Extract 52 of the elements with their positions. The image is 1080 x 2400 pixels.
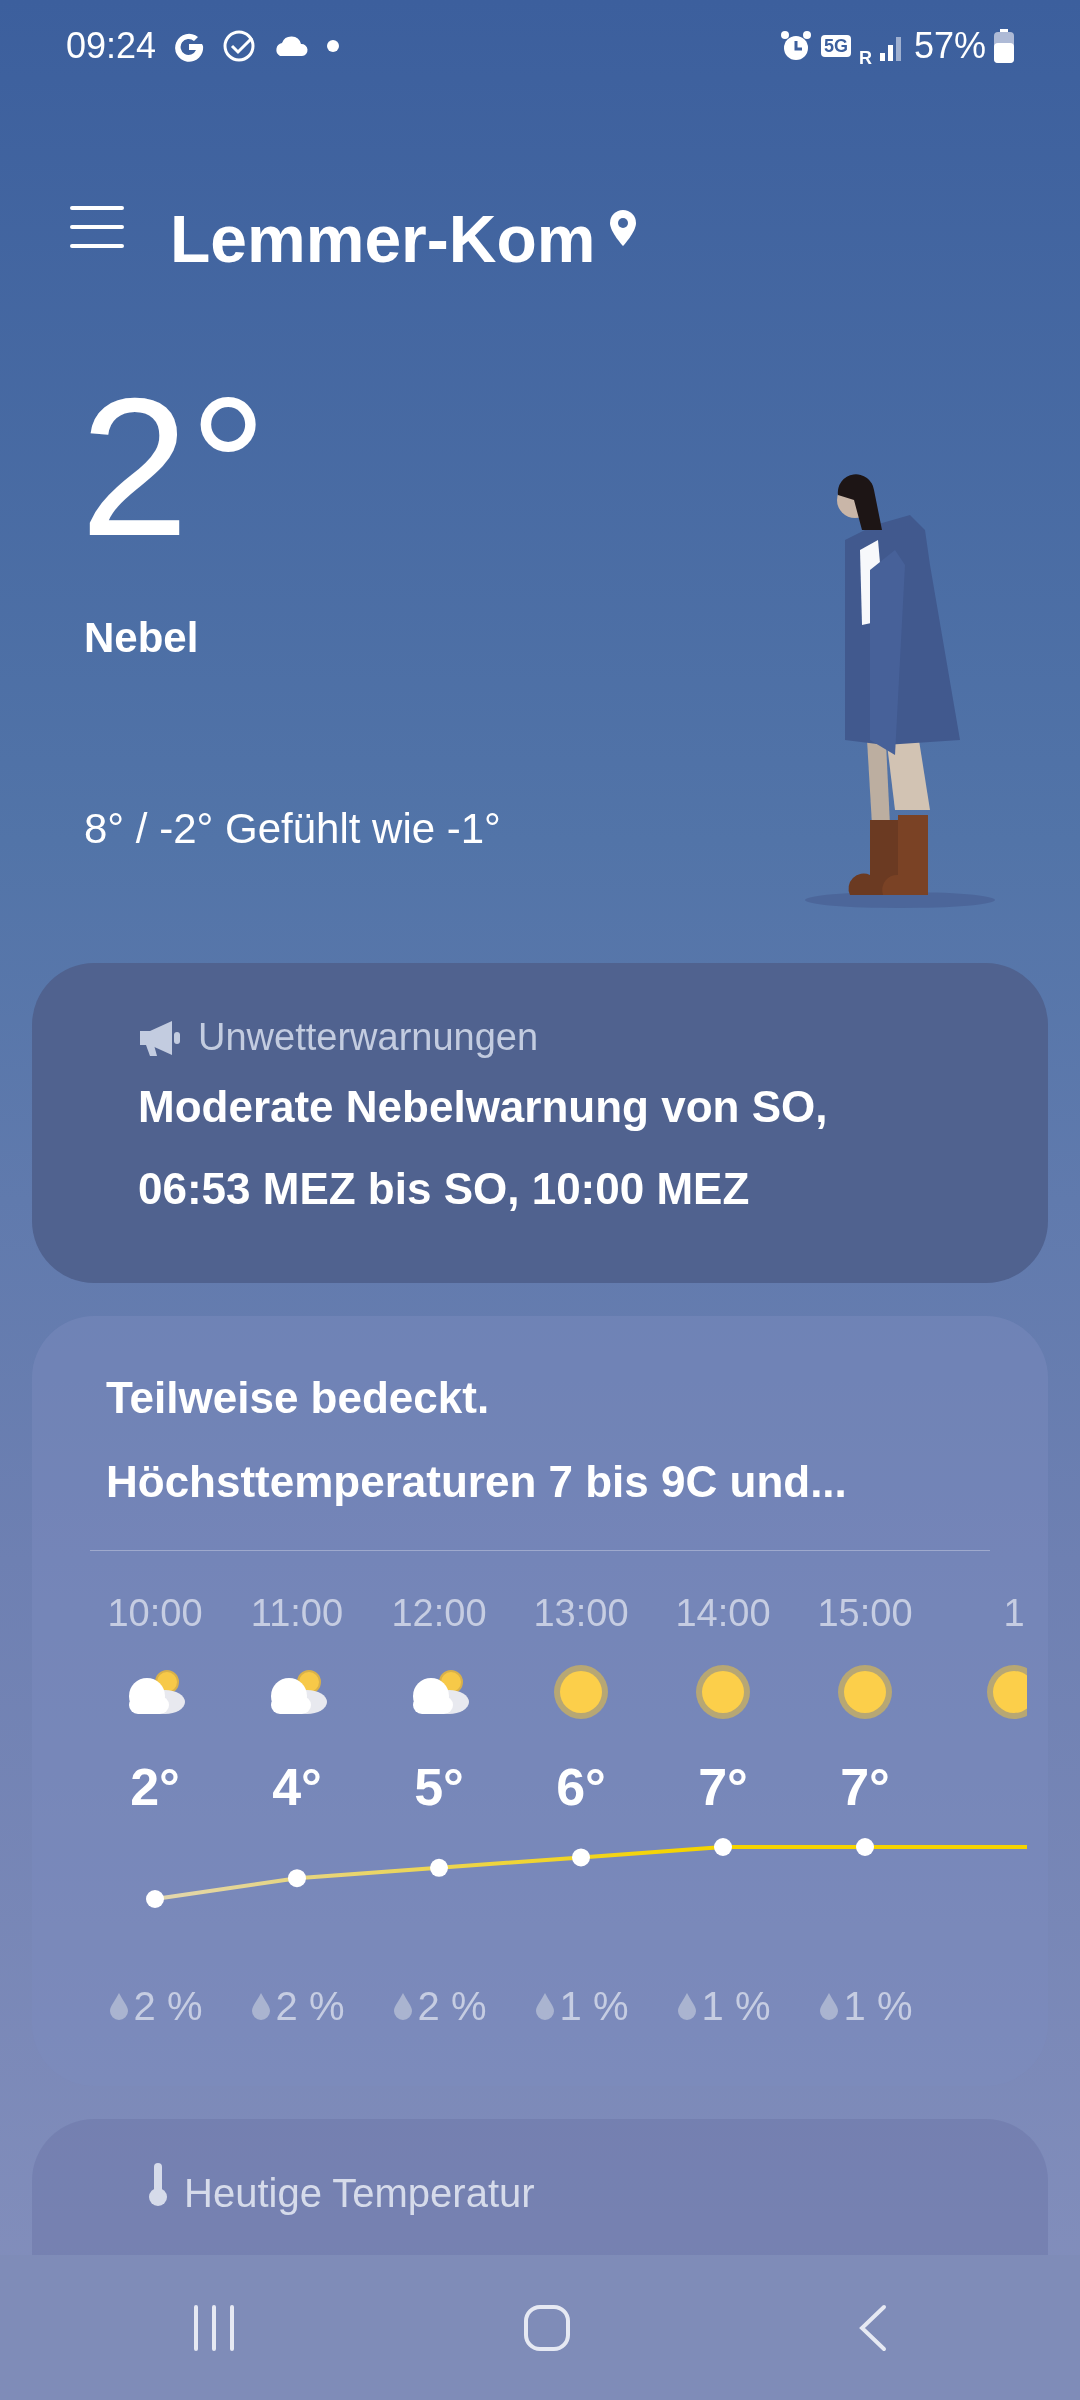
precipitation-text: 2 %: [133, 1983, 203, 2030]
sun-icon: [984, 1662, 1027, 1722]
precipitation-text: 2 %: [275, 1983, 345, 2030]
hour-time: 11:00: [250, 1591, 344, 1636]
megaphone-icon: [138, 1018, 182, 1057]
hour-time: 12:00: [391, 1591, 487, 1636]
network-label: 5G: [820, 35, 851, 57]
hour-temperature: 5°: [414, 1757, 464, 1818]
warning-text: Moderate Nebelwarnung von SO,: [138, 1081, 829, 1133]
current-temperature: 2°: [80, 370, 269, 566]
temperature-range-text: 8° / -2° Gefühlt wie -1°: [84, 804, 502, 854]
dot-icon: [326, 39, 341, 53]
warning-text: 06:53 MEZ bis SO, 10:00 MEZ: [138, 1163, 751, 1215]
check-circle-icon: [222, 29, 257, 63]
sun-icon: [551, 1662, 611, 1722]
sun-icon: [835, 1662, 895, 1722]
raindrop-icon: [817, 1991, 840, 2021]
raindrop-icon: [391, 1991, 414, 2021]
menu-button[interactable]: [70, 204, 124, 250]
precipitation-text: 1 %: [701, 1983, 771, 2030]
hour-temperature: 6°: [556, 1757, 606, 1818]
hour-time: 13:00: [533, 1591, 629, 1636]
hour-temperature: 4°: [272, 1757, 322, 1818]
precipitation-text: 1 %: [843, 1983, 913, 2030]
condition-text: Nebel: [84, 613, 200, 663]
raindrop-icon: [107, 1991, 130, 2021]
battery-text: 57%: [913, 24, 986, 68]
roaming-label: R: [858, 47, 872, 70]
battery-icon: [994, 29, 1014, 63]
warning-heading: Unwetterwarnungen: [198, 1015, 539, 1060]
hour-time: 15:00: [817, 1591, 913, 1636]
forecast-summary-text: Höchsttemperaturen 7 bis 9C und...: [105, 1456, 848, 1508]
hour-time: 1: [1002, 1591, 1026, 1636]
precipitation-text: 1 %: [559, 1983, 629, 2030]
raindrop-icon: [249, 1991, 272, 2021]
thermometer-icon: [148, 2163, 168, 2207]
hour-temperature: 7°: [698, 1757, 748, 1818]
alarm-icon: [778, 29, 813, 63]
warning-card[interactable]: Unwetterwarnungen Moderate Nebelwarnung von SO, 06:53 MEZ bis SO, 10:00 MEZ: [32, 963, 1048, 1283]
sun-icon: [693, 1662, 753, 1722]
raindrop-icon: [533, 1991, 556, 2021]
hour-temperature: 7°: [840, 1757, 890, 1818]
precipitation-text: 2 %: [417, 1983, 487, 2030]
clock-text: 09:24: [66, 24, 157, 68]
location-title[interactable]: Lemmer-Kom: [170, 190, 596, 289]
hour-temperature: 2°: [130, 1757, 180, 1818]
forecast-summary-text: Teilweise bedeckt.: [105, 1372, 491, 1424]
today-card-title: Heutige Temperatur: [184, 2170, 535, 2217]
raindrop-icon: [675, 1991, 698, 2021]
hour-time: 10:00: [107, 1591, 203, 1636]
home-button[interactable]: [522, 2302, 572, 2353]
hour-time: 14:00: [675, 1591, 771, 1636]
